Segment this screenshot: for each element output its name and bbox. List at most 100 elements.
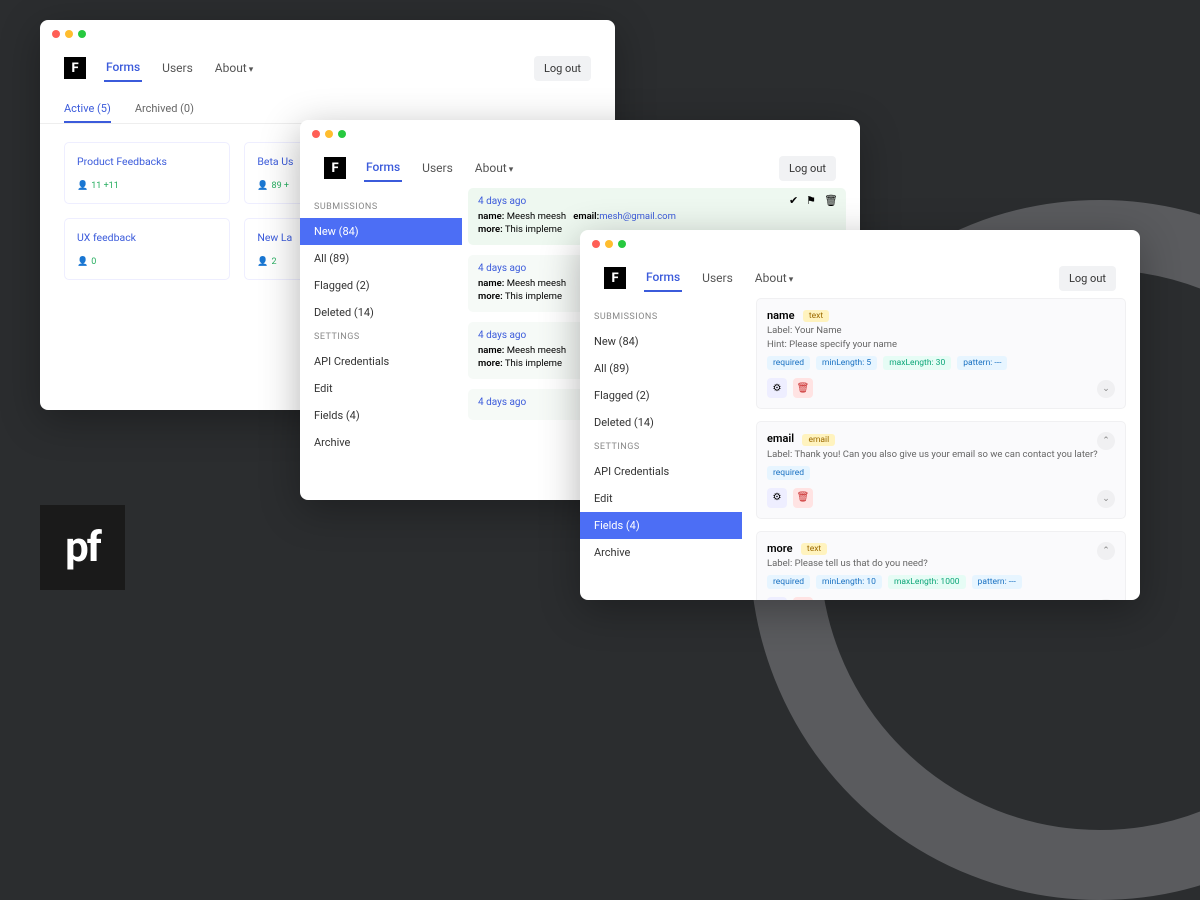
field-name: email xyxy=(767,432,794,445)
chevron-down-icon: ▾ xyxy=(509,165,514,175)
field-type-badge: text xyxy=(803,310,829,322)
section-header-submissions: SUBMISSIONS xyxy=(300,196,462,218)
logout-button[interactable]: Log out xyxy=(534,56,591,81)
card-title: Product Feedbacks xyxy=(77,155,217,168)
expand-toggle[interactable]: ⌃ xyxy=(1097,542,1115,560)
sidebar-item-archive[interactable]: Archive xyxy=(300,429,462,456)
sidebar-item-edit[interactable]: Edit xyxy=(300,375,462,402)
brand-logo: F xyxy=(324,157,346,179)
brand-logo: F xyxy=(604,267,626,289)
badge-maxlength: maxLength: 1000 xyxy=(888,575,966,589)
field-hint: Hint: Please specify your name xyxy=(767,339,1115,350)
topbar: F Forms Users About▾ Log out xyxy=(580,258,1140,298)
form-card[interactable]: Product Feedbacks 👤11 +11 xyxy=(64,142,230,204)
validation-badges: required xyxy=(767,466,1115,480)
person-icon: 👤 xyxy=(77,257,88,267)
card-count: 👤0 xyxy=(77,257,96,267)
field-card: ⌃ ⌄ more text Label: Please tell us that… xyxy=(756,531,1126,600)
fields-list: ⌄ name text Label: Your Name Hint: Pleas… xyxy=(742,298,1140,600)
nav-forms[interactable]: Forms xyxy=(644,264,682,292)
badge-required: required xyxy=(767,356,810,370)
chevron-down-icon: ▾ xyxy=(249,65,254,75)
sidebar-item-new[interactable]: New (84) xyxy=(580,328,742,355)
window-controls xyxy=(580,230,1140,258)
logout-button[interactable]: Log out xyxy=(779,156,836,181)
trash-icon[interactable]: 🗑 xyxy=(793,597,813,600)
field-label: Label: Your Name xyxy=(767,325,1115,336)
sidebar-item-deleted[interactable]: Deleted (14) xyxy=(580,409,742,436)
nav-forms[interactable]: Forms xyxy=(104,54,142,82)
settings-icon[interactable]: ⚙ xyxy=(767,488,787,508)
sidebar-item-fields[interactable]: Fields (4) xyxy=(300,402,462,429)
form-card[interactable]: UX feedback 👤0 xyxy=(64,218,230,280)
field-name: name xyxy=(767,309,795,322)
sidebar-item-api[interactable]: API Credentials xyxy=(580,458,742,485)
field-label: Label: Thank you! Can you also give us y… xyxy=(767,449,1115,460)
trash-icon[interactable]: 🗑 xyxy=(793,378,813,398)
card-title: UX feedback xyxy=(77,231,217,244)
field-name: more xyxy=(767,542,793,555)
sidebar-item-archive[interactable]: Archive xyxy=(580,539,742,566)
submission-actions: ✔ ⚑ 🗑 xyxy=(789,194,838,207)
nav-forms[interactable]: Forms xyxy=(364,154,402,182)
nav-about[interactable]: About▾ xyxy=(473,155,515,181)
expand-toggle[interactable]: ⌄ xyxy=(1097,490,1115,508)
logout-button[interactable]: Log out xyxy=(1059,266,1116,291)
flag-icon[interactable]: ⚑ xyxy=(806,194,816,207)
sidebar: SUBMISSIONS New (84) All (89) Flagged (2… xyxy=(300,188,462,500)
brand-logo: F xyxy=(64,57,86,79)
nav-users[interactable]: Users xyxy=(160,55,195,81)
sidebar-item-new[interactable]: New (84) xyxy=(300,218,462,245)
window-controls xyxy=(300,120,860,148)
topbar: F Forms Users About▾ Log out xyxy=(40,48,615,88)
nav-users[interactable]: Users xyxy=(700,265,735,291)
window-controls xyxy=(40,20,615,48)
field-card: ⌃ ⌄ email email Label: Thank you! Can yo… xyxy=(756,421,1126,518)
trash-icon[interactable]: 🗑 xyxy=(793,488,813,508)
person-icon: 👤 xyxy=(257,181,268,191)
sidebar-item-all[interactable]: All (89) xyxy=(580,355,742,382)
badge-pattern: pattern: --- xyxy=(972,575,1022,589)
settings-icon[interactable]: ⚙ xyxy=(767,597,787,600)
card-count: 👤11 +11 xyxy=(77,181,119,191)
badge-maxlength: maxLength: 30 xyxy=(883,356,951,370)
badge-required: required xyxy=(767,466,810,480)
sidebar-item-deleted[interactable]: Deleted (14) xyxy=(300,299,462,326)
tab-archived[interactable]: Archived (0) xyxy=(135,96,194,123)
expand-toggle[interactable]: ⌃ xyxy=(1097,432,1115,450)
check-icon[interactable]: ✔ xyxy=(789,194,798,207)
nav-users[interactable]: Users xyxy=(420,155,455,181)
badge-pattern: pattern: --- xyxy=(957,356,1007,370)
sidebar-item-fields[interactable]: Fields (4) xyxy=(580,512,742,539)
section-header-settings: SETTINGS xyxy=(580,436,742,458)
trash-icon[interactable]: 🗑 xyxy=(824,194,838,207)
sidebar-item-edit[interactable]: Edit xyxy=(580,485,742,512)
settings-icon[interactable]: ⚙ xyxy=(767,378,787,398)
topbar: F Forms Users About▾ Log out xyxy=(300,148,860,188)
sidebar-item-all[interactable]: All (89) xyxy=(300,245,462,272)
nav-about[interactable]: About▾ xyxy=(753,265,795,291)
sidebar-item-flagged[interactable]: Flagged (2) xyxy=(300,272,462,299)
field-label: Label: Please tell us that do you need? xyxy=(767,558,1115,569)
section-header-submissions: SUBMISSIONS xyxy=(580,306,742,328)
validation-badges: required minLength: 5 maxLength: 30 patt… xyxy=(767,356,1115,370)
nav-about[interactable]: About▾ xyxy=(213,55,255,81)
badge-minlength: minLength: 10 xyxy=(816,575,882,589)
field-card: ⌄ name text Label: Your Name Hint: Pleas… xyxy=(756,298,1126,409)
sidebar-item-flagged[interactable]: Flagged (2) xyxy=(580,382,742,409)
section-header-settings: SETTINGS xyxy=(300,326,462,348)
submission-date: 4 days ago xyxy=(478,196,836,207)
tab-active[interactable]: Active (5) xyxy=(64,96,111,123)
person-icon: 👤 xyxy=(257,257,268,267)
sidebar-item-api[interactable]: API Credentials xyxy=(300,348,462,375)
field-type-badge: text xyxy=(801,543,827,555)
card-count: 👤2 xyxy=(257,257,276,267)
badge-required: required xyxy=(767,575,810,589)
chevron-down-icon: ▾ xyxy=(789,275,794,285)
pf-logo: pf xyxy=(40,505,125,590)
window-fields: F Forms Users About▾ Log out SUBMISSIONS… xyxy=(580,230,1140,600)
person-icon: 👤 xyxy=(77,181,88,191)
validation-badges: required minLength: 10 maxLength: 1000 p… xyxy=(767,575,1115,589)
card-count: 👤89 + xyxy=(257,181,289,191)
badge-minlength: minLength: 5 xyxy=(816,356,877,370)
